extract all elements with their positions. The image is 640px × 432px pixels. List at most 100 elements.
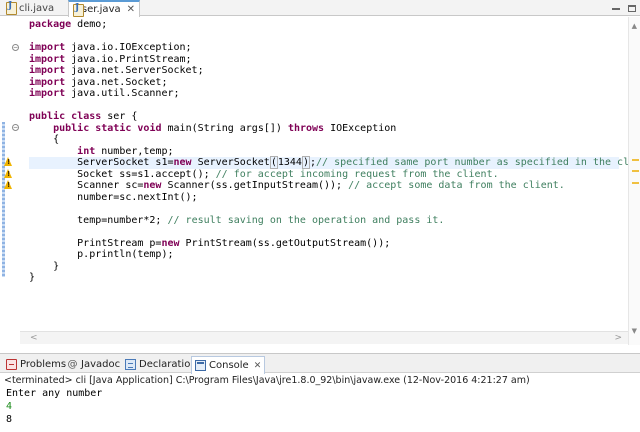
view-tab-bar: Problems @ Javadoc Declaration Console ✕ xyxy=(0,353,640,374)
code-keyword: int xyxy=(77,146,96,157)
code-token: Scanner sc= xyxy=(29,180,144,191)
code-comment: // specified same port number as specifi… xyxy=(316,157,640,168)
vertical-ruler: − − xyxy=(0,17,20,345)
code-comment: // accept some data from the client. xyxy=(348,180,565,191)
code-token: java.util.Scanner; xyxy=(65,88,180,99)
code-line[interactable]: Socket ss=s1.accept(); // for accept inc… xyxy=(29,169,619,181)
code-line[interactable]: } xyxy=(29,272,619,284)
scroll-up-icon[interactable]: ▲ xyxy=(632,22,637,30)
java-file-icon xyxy=(6,1,17,15)
code-token: ServerSocket s1= xyxy=(29,157,174,168)
warning-icon[interactable] xyxy=(4,180,13,189)
warning-marker[interactable] xyxy=(632,159,639,161)
scroll-right-icon[interactable]: > xyxy=(614,333,622,343)
code-editor[interactable]: − − package demo; import java.io.IOExcept… xyxy=(0,17,640,345)
code-keyword: new xyxy=(161,238,180,249)
tab-declaration[interactable]: Declaration xyxy=(122,356,200,372)
code-token: temp=number*2; xyxy=(29,215,168,226)
code-token: main(String args[]) xyxy=(161,123,288,134)
code-line[interactable]: } xyxy=(29,261,619,273)
warning-icon[interactable] xyxy=(4,169,13,178)
code-keyword: import xyxy=(29,65,66,76)
maximize-icon[interactable] xyxy=(628,4,636,12)
code-line[interactable]: import java.net.ServerSocket; xyxy=(29,65,619,77)
code-token: IOException xyxy=(324,123,397,134)
code-keyword: import xyxy=(29,54,66,65)
code-line[interactable] xyxy=(29,31,619,43)
code-line[interactable]: import java.util.Scanner; xyxy=(29,88,619,100)
close-icon[interactable]: ✕ xyxy=(254,361,262,371)
code-line[interactable] xyxy=(29,226,619,238)
code-line[interactable]: package demo; xyxy=(29,19,619,31)
code-line[interactable]: public class ser { xyxy=(29,111,619,123)
code-line[interactable] xyxy=(29,203,619,215)
code-line[interactable]: { xyxy=(29,134,619,146)
fold-toggle-icon[interactable]: − xyxy=(12,44,19,51)
code-line[interactable]: Scanner sc=new Scanner(ss.getInputStream… xyxy=(29,180,619,192)
code-keyword: static xyxy=(95,123,132,134)
code-token: java.net.Socket; xyxy=(65,77,168,88)
tab-label: Javadoc xyxy=(81,358,121,370)
code-line[interactable]: PrintStream p=new PrintStream(ss.getOutp… xyxy=(29,238,619,250)
tab-ser-java[interactable]: ser.java ✕ xyxy=(68,0,140,17)
console-line: Enter any number xyxy=(6,388,103,399)
scroll-left-icon[interactable]: < xyxy=(30,333,38,343)
code-token: java.io.IOException; xyxy=(65,42,192,53)
console-icon xyxy=(195,360,206,371)
overview-ruler: ▲ ▼ xyxy=(628,17,640,345)
horizontal-scrollbar[interactable]: < > xyxy=(20,331,628,344)
window-controls xyxy=(612,0,636,16)
code-token: ( xyxy=(269,156,278,169)
code-line[interactable]: ServerSocket s1=new ServerSocket(1344);/… xyxy=(29,156,640,169)
code-keyword: import xyxy=(29,42,66,53)
editor-tab-bar: cli.java ser.java ✕ xyxy=(0,0,640,17)
scroll-down-icon[interactable]: ▼ xyxy=(632,327,637,335)
tab-javadoc[interactable]: @ Javadoc xyxy=(64,356,123,372)
code-token: } xyxy=(29,261,60,272)
code-line[interactable]: public static void main(String args[]) t… xyxy=(29,123,619,135)
code-comment: // result saving on the operation and pa… xyxy=(167,215,445,226)
code-line[interactable]: number=sc.nextInt(); xyxy=(29,192,619,204)
code-line[interactable]: temp=number*2; // result saving on the o… xyxy=(29,215,619,227)
code-keyword: public xyxy=(29,111,66,122)
java-file-icon xyxy=(73,3,84,17)
code-comment: // for accept incoming request from the … xyxy=(215,169,499,180)
code-line[interactable]: import java.io.IOException; xyxy=(29,42,619,54)
code-token: number=sc.nextInt(); xyxy=(29,192,198,203)
tab-cli-java[interactable]: cli.java xyxy=(2,0,66,16)
code-token: } xyxy=(29,272,36,283)
warning-icon[interactable] xyxy=(4,157,13,166)
code-line[interactable]: int number,temp; xyxy=(29,146,619,158)
code-line[interactable] xyxy=(29,100,619,112)
code-token: java.io.PrintStream; xyxy=(65,54,192,65)
minimize-icon[interactable] xyxy=(612,8,620,10)
code-token: ) xyxy=(301,156,310,169)
code-line[interactable]: import java.net.Socket; xyxy=(29,77,619,89)
code-text[interactable]: package demo; import java.io.IOException;… xyxy=(29,17,640,333)
code-token: Socket ss=s1.accept(); xyxy=(29,169,216,180)
problems-icon xyxy=(6,358,17,370)
console-view[interactable]: <terminated> cli [Java Application] C:\P… xyxy=(0,374,640,432)
console-line: 8 xyxy=(6,414,13,425)
code-keyword: public xyxy=(53,123,90,134)
code-token: p.println(temp); xyxy=(29,249,174,260)
code-keyword: class xyxy=(71,111,102,122)
code-line[interactable]: import java.io.PrintStream; xyxy=(29,54,619,66)
tab-label: Console xyxy=(209,360,249,371)
tab-problems[interactable]: Problems xyxy=(3,356,69,372)
fold-toggle-icon[interactable]: − xyxy=(12,124,19,131)
tab-label: ser.java xyxy=(81,4,121,15)
close-icon[interactable]: ✕ xyxy=(127,4,135,15)
code-token: demo; xyxy=(71,19,108,30)
code-keyword: import xyxy=(29,77,66,88)
code-keyword: new xyxy=(143,180,162,191)
warning-marker[interactable] xyxy=(632,170,639,172)
code-token: PrintStream p= xyxy=(29,238,162,249)
tab-console[interactable]: Console ✕ xyxy=(191,356,266,374)
warning-marker[interactable] xyxy=(632,182,639,184)
tab-label: Problems xyxy=(20,358,67,370)
code-line[interactable]: p.println(temp); xyxy=(29,249,619,261)
code-token: { xyxy=(29,134,60,145)
change-indicator xyxy=(2,122,5,277)
